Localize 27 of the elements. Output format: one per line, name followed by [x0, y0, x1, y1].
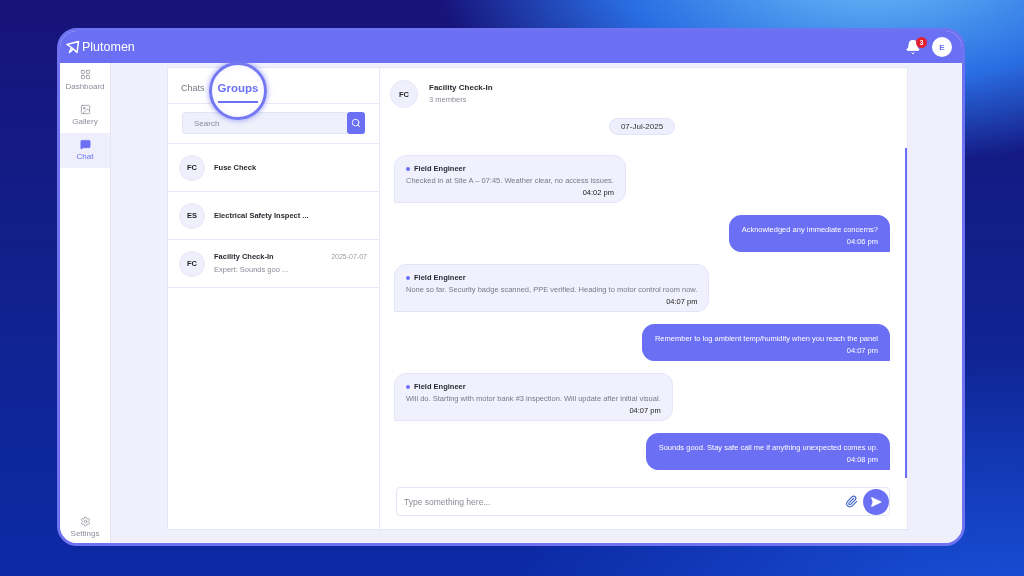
grid-icon [79, 69, 91, 80]
image-icon [79, 104, 91, 115]
sidebar-item[interactable]: Chat [60, 133, 110, 168]
settings-icon [79, 516, 91, 527]
bullet-dot-icon [406, 385, 410, 389]
sidebar-item[interactable]: Settings [60, 508, 110, 543]
paperclip-icon [845, 495, 858, 508]
search-field[interactable]: Search [182, 112, 347, 134]
scrollbar-thumb[interactable] [905, 148, 907, 478]
sidebar-item[interactable]: Gallery [60, 98, 110, 133]
chat-bubble-icon [79, 139, 91, 150]
tab[interactable]: Groups [217, 68, 259, 103]
chat-title: Facility Check-In [429, 83, 493, 93]
bullet-dot-icon [406, 167, 410, 171]
search-button[interactable] [347, 112, 365, 134]
bell-icon[interactable] [905, 39, 921, 55]
search-icon [351, 118, 361, 128]
message-input[interactable]: Type something here... [396, 487, 890, 516]
user-avatar[interactable]: E [932, 37, 952, 57]
sidebar-item[interactable]: Dashboard [60, 63, 110, 98]
brand-name: Plutomen [82, 39, 135, 55]
date-separator: 07-Jul-2025 [608, 118, 676, 135]
logo-icon [66, 40, 80, 54]
send-icon [870, 495, 882, 508]
tab[interactable]: Chats [181, 68, 205, 103]
bullet-dot-icon [406, 276, 410, 280]
attach-button[interactable] [845, 495, 858, 508]
